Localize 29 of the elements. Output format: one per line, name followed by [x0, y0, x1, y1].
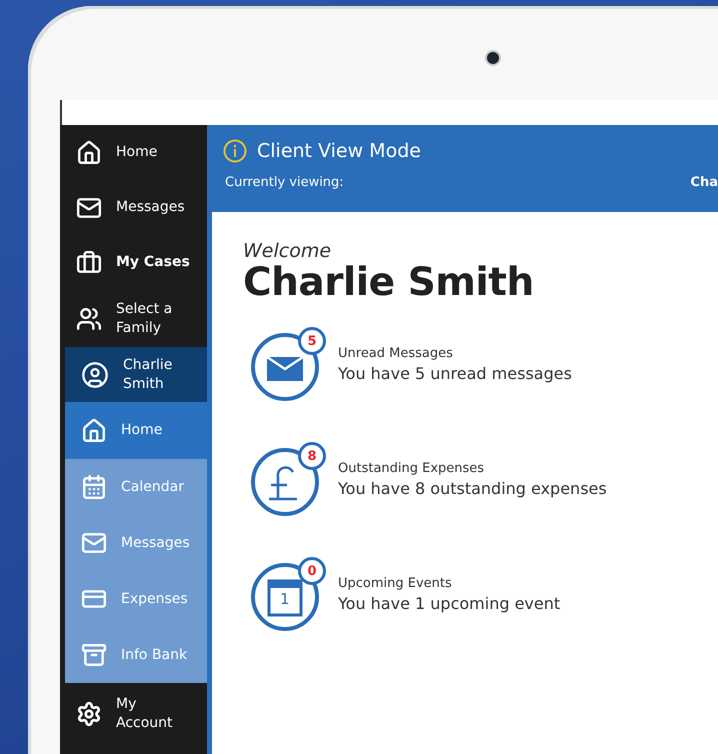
calendar-day-number: 1	[280, 590, 290, 608]
stat-title: Outstanding Expenses	[338, 461, 486, 476]
envelope-drawing	[266, 356, 304, 381]
count-badge: 8	[298, 442, 326, 470]
stat-text: You have 8 outstanding expenses	[338, 479, 607, 498]
stat-text: You have 1 upcoming event	[338, 594, 560, 613]
header-title: Client View Mode	[257, 140, 421, 162]
count-badge: 5	[298, 327, 326, 355]
client-name: Charlie Smith	[243, 260, 535, 305]
calendar-icon	[81, 474, 107, 500]
house-icon	[76, 140, 102, 166]
stat-title: Unread Messages	[338, 346, 454, 361]
envelope-icon	[81, 530, 107, 556]
sidebar-item[interactable]: Home	[65, 402, 207, 459]
people-icon	[76, 306, 102, 332]
info-icon	[223, 139, 247, 163]
camera-icon	[485, 50, 501, 66]
house-icon	[81, 418, 107, 444]
cabinet-icon	[81, 642, 107, 668]
gear-icon	[76, 701, 102, 727]
client-item[interactable]: Charlie Smith	[65, 347, 207, 402]
viewing-label: Currently viewing:	[225, 175, 344, 190]
count-badge: 0	[298, 557, 326, 585]
user-circle-icon	[81, 360, 109, 388]
welcome-text: Welcome	[243, 240, 332, 262]
stat-title: Upcoming Events	[338, 576, 453, 591]
viewing-value: Cha	[690, 175, 718, 190]
stat-text: You have 5 unread messages	[338, 364, 572, 383]
briefcase-icon	[76, 250, 102, 276]
